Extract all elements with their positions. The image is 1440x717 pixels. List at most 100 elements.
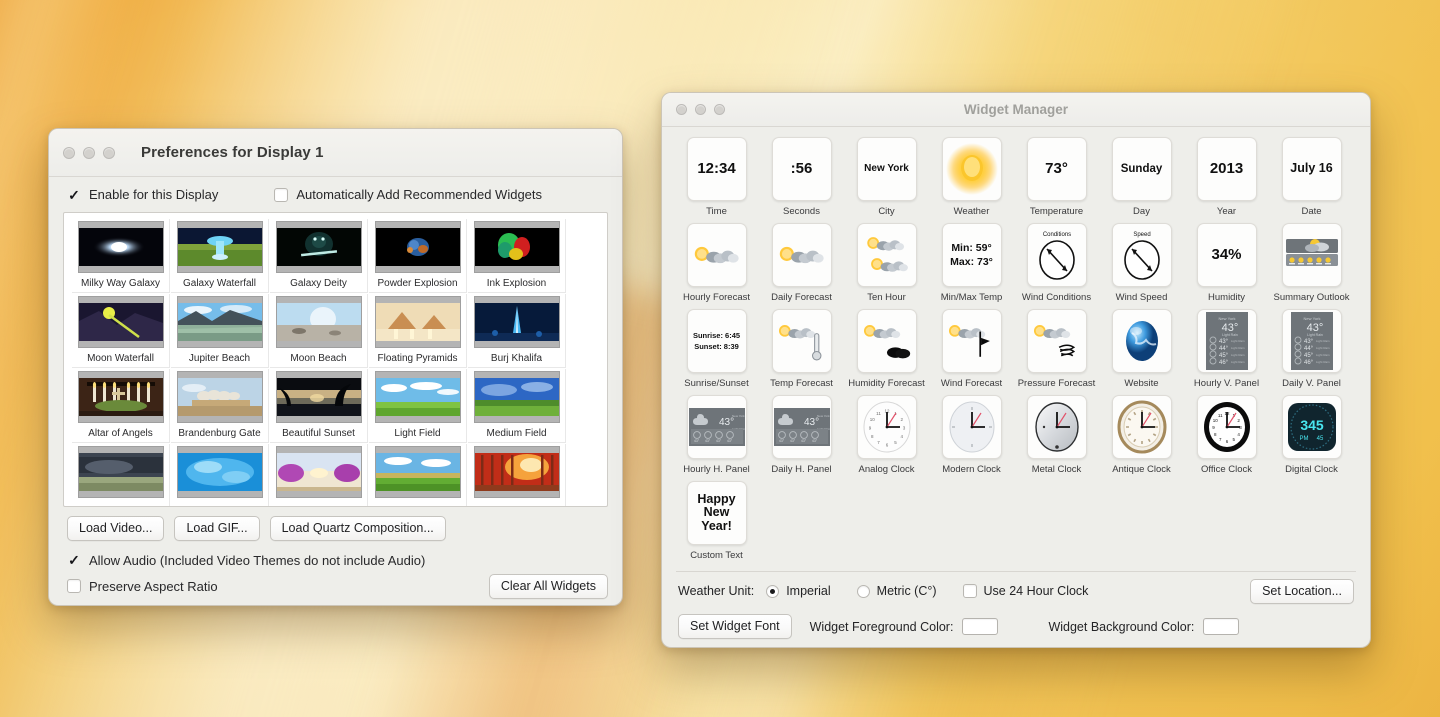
theme-cell[interactable]: Galaxy Waterfall bbox=[171, 219, 269, 293]
theme-cell[interactable] bbox=[270, 444, 368, 506]
widget-preview-sun-icon[interactable] bbox=[941, 137, 1002, 201]
widget-preview-dial-icon[interactable]: Conditions bbox=[1026, 223, 1087, 287]
widget-cell[interactable]: Sunday Day bbox=[1099, 137, 1184, 217]
theme-cell[interactable]: Ink Explosion bbox=[468, 219, 566, 293]
widget-preview-hpanel-icon[interactable]: 43°New YorkLight Rain43°43°43°43° bbox=[686, 395, 747, 459]
theme-cell[interactable]: Jupiter Beach bbox=[171, 294, 269, 368]
window-controls[interactable] bbox=[676, 104, 725, 115]
theme-cell[interactable]: Burj Khalifa bbox=[468, 294, 566, 368]
theme-cell[interactable]: Galaxy Deity bbox=[270, 219, 368, 293]
theme-cell[interactable]: Moon Waterfall bbox=[72, 294, 170, 368]
minimize-button[interactable] bbox=[83, 146, 95, 159]
widget-cell[interactable]: Wind Forecast bbox=[929, 309, 1014, 389]
load-gif-button[interactable]: Load GIF... bbox=[174, 516, 260, 541]
widget-preview-clock-antique-icon[interactable] bbox=[1111, 395, 1172, 459]
widget-grid[interactable]: 12:34 Time:56 Seconds New York City Weather 73… bbox=[674, 137, 1358, 567]
load-video-button[interactable]: Load Video... bbox=[67, 516, 165, 541]
widget-cell[interactable]: 34% Humidity bbox=[1184, 223, 1269, 303]
widget-preview-text-icon[interactable]: Happy New Year! bbox=[686, 481, 747, 545]
widget-cell[interactable]: Summary Outlook bbox=[1269, 223, 1354, 303]
preserve-aspect-ratio-checkbox[interactable]: Preserve Aspect Ratio bbox=[67, 579, 218, 594]
widget-cell[interactable]: Pressure Forecast bbox=[1014, 309, 1099, 389]
widget-cell[interactable]: New York City bbox=[844, 137, 929, 217]
theme-cell[interactable]: Milky Way Galaxy bbox=[72, 219, 170, 293]
widget-preview-text-icon[interactable]: 12:34 bbox=[686, 137, 747, 201]
close-button[interactable] bbox=[63, 146, 75, 159]
widget-preview-clock-office-icon[interactable]: 123456789101112 bbox=[1196, 395, 1257, 459]
widget-preview-text-icon[interactable]: 2013 bbox=[1196, 137, 1257, 201]
theme-cell[interactable] bbox=[171, 444, 269, 506]
theme-grid[interactable]: Milky Way Galaxy Galaxy Waterfall Galaxy D… bbox=[72, 219, 607, 506]
widget-preview-text-icon[interactable]: 34% bbox=[1196, 223, 1257, 287]
theme-cell[interactable]: Brandenburg Gate bbox=[171, 369, 269, 443]
theme-cell[interactable]: Moon Beach bbox=[270, 294, 368, 368]
widget-preview-forecast-cloud-icon[interactable] bbox=[856, 309, 917, 373]
widget-preview-forecast3-icon[interactable] bbox=[771, 223, 832, 287]
theme-cell[interactable]: Light Field bbox=[369, 369, 467, 443]
widget-cell[interactable]: Humidity Forecast bbox=[844, 309, 929, 389]
theme-cell[interactable] bbox=[468, 444, 566, 506]
widget-cell[interactable]: Daily Forecast bbox=[759, 223, 844, 303]
close-button[interactable] bbox=[676, 104, 687, 115]
widget-cell[interactable]: Min: 59° Max: 73° Min/Max Temp bbox=[929, 223, 1014, 303]
widget-manager-window[interactable]: Widget Manager 12:34 Time:56 Seconds New Yo… bbox=[661, 92, 1371, 648]
widget-cell[interactable]: Sunrise: 6:45 Sunset: 8:39 Sunrise/Sunset bbox=[674, 309, 759, 389]
preferences-titlebar[interactable]: Preferences for Display 1 bbox=[49, 129, 622, 177]
widget-background-color-swatch[interactable] bbox=[1203, 618, 1240, 635]
use-24-hour-clock-checkbox[interactable]: Use 24 Hour Clock bbox=[962, 584, 1088, 598]
metric-radio[interactable]: Metric (C°) bbox=[856, 584, 937, 598]
widget-foreground-color-swatch[interactable] bbox=[962, 618, 999, 635]
theme-grid-scroll-area[interactable]: Milky Way Galaxy Galaxy Waterfall Galaxy D… bbox=[63, 212, 608, 507]
widget-cell[interactable]: :56 Seconds bbox=[759, 137, 844, 217]
widget-preview-clock-metal-icon[interactable] bbox=[1026, 395, 1087, 459]
widget-manager-titlebar[interactable]: Widget Manager bbox=[662, 93, 1370, 127]
theme-cell[interactable]: Floating Pyramids bbox=[369, 294, 467, 368]
widget-cell[interactable]: Weather bbox=[929, 137, 1014, 217]
widget-preview-clock-digital-icon[interactable]: 345 PM 45 bbox=[1281, 395, 1342, 459]
widget-cell[interactable]: 73° Temperature bbox=[1014, 137, 1099, 217]
widget-cell[interactable]: New York 43° Light Rain 43° Light Rain 44° Lig… bbox=[1184, 309, 1269, 389]
theme-cell[interactable]: Altar of Angels bbox=[72, 369, 170, 443]
minimize-button[interactable] bbox=[695, 104, 706, 115]
theme-cell[interactable]: Powder Explosion bbox=[369, 219, 467, 293]
widget-preview-forecast6-icon[interactable] bbox=[856, 223, 917, 287]
widget-cell[interactable]: 123456789101112 Analog Clock bbox=[844, 395, 929, 475]
widget-cell[interactable]: Metal Clock bbox=[1014, 395, 1099, 475]
widget-cell[interactable]: Speed Wind Speed bbox=[1099, 223, 1184, 303]
widget-preview-hpanel-icon[interactable]: 43°New YorkLight Rain43°43°43°43° bbox=[771, 395, 832, 459]
widget-preview-clock-modern-icon[interactable] bbox=[941, 395, 1002, 459]
zoom-button[interactable] bbox=[103, 146, 115, 159]
widget-preview-summary-icon[interactable] bbox=[1281, 223, 1342, 287]
load-quartz-composition-button[interactable]: Load Quartz Composition... bbox=[269, 516, 446, 541]
widget-cell[interactable]: Hourly Forecast bbox=[674, 223, 759, 303]
set-widget-font-button[interactable]: Set Widget Font bbox=[678, 614, 792, 639]
widget-cell[interactable]: 43°New YorkLight Rain43°43°43°43°Hourly … bbox=[674, 395, 759, 475]
window-controls[interactable] bbox=[63, 146, 115, 159]
widget-cell[interactable]: Ten Hour bbox=[844, 223, 929, 303]
allow-audio-checkbox[interactable]: ✓ Allow Audio (Included Video Themes do … bbox=[67, 553, 425, 568]
theme-cell[interactable]: Medium Field bbox=[468, 369, 566, 443]
widget-cell[interactable]: 345 PM 45 Digital Clock bbox=[1269, 395, 1354, 475]
widget-cell[interactable]: Happy New Year! Custom Text bbox=[674, 481, 759, 561]
widget-preview-vpanel-icon[interactable]: New York 43° Light Rain 43° Light Rain 44° Lig… bbox=[1196, 309, 1257, 373]
theme-cell[interactable] bbox=[72, 444, 170, 506]
widget-preview-text-icon[interactable]: 73° bbox=[1026, 137, 1087, 201]
widget-preview-text-icon[interactable]: New York bbox=[856, 137, 917, 201]
widget-preview-minmax-icon[interactable]: Min: 59° Max: 73° bbox=[941, 223, 1002, 287]
widget-cell[interactable]: 2013 Year bbox=[1184, 137, 1269, 217]
theme-cell[interactable] bbox=[369, 444, 467, 506]
widget-preview-sunrise-icon[interactable]: Sunrise: 6:45 Sunset: 8:39 bbox=[686, 309, 747, 373]
widget-cell[interactable]: 123456789101112 Office Clock bbox=[1184, 395, 1269, 475]
widget-cell[interactable]: 43°New YorkLight Rain43°43°43°43°Daily H… bbox=[759, 395, 844, 475]
widget-cell[interactable]: Website bbox=[1099, 309, 1184, 389]
widget-cell[interactable]: Conditions Wind Conditions bbox=[1014, 223, 1099, 303]
widget-preview-forecast-thermo-icon[interactable] bbox=[771, 309, 832, 373]
preferences-window[interactable]: Preferences for Display 1 ✓ Enable for t… bbox=[48, 128, 623, 606]
widget-preview-forecast3-icon[interactable] bbox=[686, 223, 747, 287]
widget-preview-forecast-wind-icon[interactable] bbox=[941, 309, 1002, 373]
enable-display-checkbox[interactable]: ✓ Enable for this Display bbox=[67, 187, 218, 202]
widget-cell[interactable]: Antique Clock bbox=[1099, 395, 1184, 475]
widget-cell[interactable]: 12:34 Time bbox=[674, 137, 759, 217]
widget-cell[interactable]: New York 43° Light Rain 43° Light Rain 44° Lig… bbox=[1269, 309, 1354, 389]
widget-cell[interactable]: Temp Forecast bbox=[759, 309, 844, 389]
